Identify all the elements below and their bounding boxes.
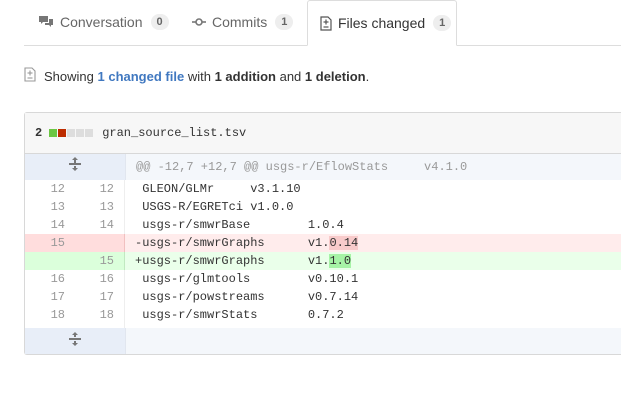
file-name[interactable]: gran_source_list.tsv [102,126,246,140]
diffstat-neutral-block [67,129,76,137]
diffstat-addition-block [49,129,58,137]
hunk-header: @@ -12,7 +12,7 @@ usgs-r/EflowStats v4.1… [25,154,621,180]
additions-count: 1 addition [214,68,276,84]
diff-line-deletion: 15 -usgs-r/smwrGraphs v1.0.14 [25,234,621,252]
expand-down-button[interactable] [25,328,126,354]
comment-discussion-icon [38,15,54,29]
new-line-number[interactable]: 12 [75,180,125,198]
new-line-number[interactable]: 13 [75,198,125,216]
diff-line-code: usgs-r/smwrStats 0.7.2 [135,308,344,322]
new-line-number[interactable]: 16 [75,270,125,288]
code-text: -usgs-r/smwrGraphs v1. [135,236,330,250]
old-line-number[interactable] [25,252,75,270]
new-line-number[interactable]: 18 [75,306,125,324]
diff-line: 13 13 USGS-R/EGRETci v1.0.0 [25,198,621,216]
tab-label: Conversation [60,14,143,30]
diffstat-bar [49,129,94,137]
word-addition-highlight: 1.0 [329,254,352,268]
diffstat-neutral-block [76,129,85,137]
tab-files-changed[interactable]: Files changed 1 [307,0,457,46]
new-line-number[interactable]: 14 [75,216,125,234]
summary-prefix: Showing [44,68,94,84]
expand-up-button[interactable] [25,154,126,180]
word-deletion-highlight: 0.14 [329,236,359,250]
old-line-number[interactable]: 14 [25,216,75,234]
diff-line-addition: 15 +usgs-r/smwrGraphs v1.1.0 [25,252,621,270]
old-line-number[interactable]: 17 [25,288,75,306]
diff-line-code: USGS-R/EGRETci v1.0.0 [135,200,294,214]
diff-line-code: usgs-r/powstreams v0.7.14 [135,290,359,304]
old-line-number[interactable]: 15 [25,234,75,252]
tab-counter: 1 [433,15,452,31]
new-line-number[interactable]: 17 [75,288,125,306]
diff-line-code: -usgs-r/smwrGraphs v1.0.14 [125,234,621,252]
diff-summary: Showing 1 changed file with 1 addition a… [24,66,369,86]
deletions-count: 1 deletion [304,68,366,84]
diff-line-code: GLEON/GLMr v3.1.10 [135,182,301,196]
old-line-number[interactable]: 12 [25,180,75,198]
file-diff-icon [320,15,332,31]
diff-line-code: usgs-r/glmtools v0.10.1 [135,272,359,286]
old-line-number[interactable]: 16 [25,270,75,288]
file-diff: 2 gran_source_list.tsv @@ -12,7 +12,7 @@… [24,112,621,355]
git-commit-icon [192,17,206,27]
diffstat-neutral-block [85,129,94,137]
old-line-number[interactable]: 18 [25,306,75,324]
unfold-icon [68,156,82,178]
file-header: 2 gran_source_list.tsv [25,113,621,154]
diff-line-code: +usgs-r/smwrGraphs v1.1.0 [125,252,621,270]
new-line-number[interactable] [75,234,125,252]
pr-tabs: Conversation 0 Commits 1 Files changed 1 [24,0,621,46]
file-diff-icon [24,67,36,85]
diff-line: 17 17 usgs-r/powstreams v0.7.14 [25,288,621,306]
code-text: +usgs-r/smwrGraphs v1. [135,254,330,268]
tab-conversation[interactable]: Conversation 0 [38,0,169,44]
diff-line: 12 12 GLEON/GLMr v3.1.10 [25,180,621,198]
new-line-number[interactable]: 15 [75,252,125,270]
tab-counter: 0 [150,14,169,30]
diff-line-code: usgs-r/smwrBase 1.0.4 [135,218,344,232]
diff-line: 16 16 usgs-r/glmtools v0.10.1 [25,270,621,288]
diff-line: 18 18 usgs-r/smwrStats 0.7.2 [25,306,621,324]
diff-line: 14 14 usgs-r/smwrBase 1.0.4 [25,216,621,234]
hunk-header-text: @@ -12,7 +12,7 @@ usgs-r/EflowStats v4.1… [136,160,468,174]
tab-counter: 1 [275,14,294,30]
tab-label: Files changed [338,15,426,31]
summary-end: . [365,68,370,84]
tab-commits[interactable]: Commits 1 [192,0,294,44]
old-line-number[interactable]: 13 [25,198,75,216]
summary-with: with [187,68,211,84]
unfold-icon [68,331,82,352]
hunk-footer [25,328,621,354]
tab-label: Commits [212,14,268,30]
summary-and: and [279,68,302,84]
diffstat-deletion-block [58,129,67,137]
diff-change-count: 2 [35,126,43,140]
changed-files-link[interactable]: 1 changed file [98,69,185,84]
